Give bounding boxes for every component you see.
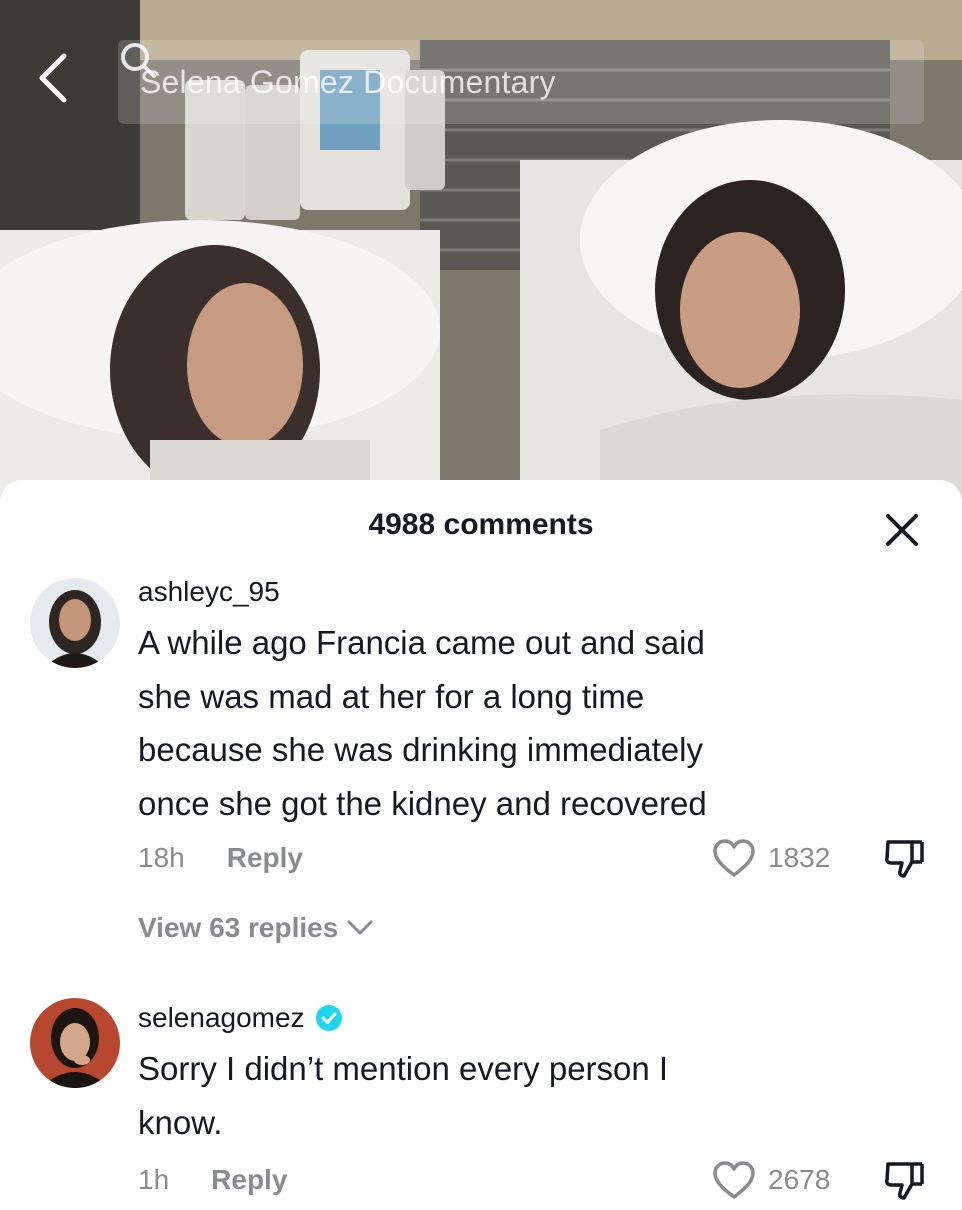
avatar-image: [30, 998, 120, 1088]
search-icon: [121, 43, 156, 78]
comment-username[interactable]: selenagomez: [138, 1002, 343, 1034]
comments-header: 4988 comments: [0, 480, 962, 576]
thumbs-down-icon: [885, 1162, 924, 1200]
like-count: 2678: [768, 1164, 831, 1195]
like-button[interactable]: 1832: [712, 838, 830, 878]
back-button[interactable]: [36, 52, 86, 108]
comment-line: A while ago Francia came out and said: [138, 624, 705, 661]
reply-button[interactable]: Reply: [227, 842, 303, 874]
verified-check-icon: [315, 1005, 342, 1031]
reply-button[interactable]: Reply: [211, 1164, 287, 1196]
username-text: selenagomez: [138, 1002, 305, 1033]
comment-line: once she got the kidney and recovered: [138, 784, 707, 822]
comment-line: she was mad at her for a long time: [138, 677, 645, 715]
avatar-image: [30, 578, 120, 668]
search-bar[interactable]: Selena Gomez Documentary: [118, 40, 924, 124]
comment-time: 1h: [138, 1164, 170, 1195]
dislike-button[interactable]: [882, 836, 928, 882]
comments-sheet: 4988 comments ashleyc_95 A while ago Fra…: [0, 480, 962, 1210]
comment-line: know.: [138, 1103, 223, 1141]
comment-meta: 18h Reply: [138, 842, 303, 874]
avatar[interactable]: [30, 998, 120, 1088]
comment-username[interactable]: ashleyc_95: [138, 576, 280, 608]
comment-text: Sorry I didn’t mention every person I kn…: [138, 1042, 858, 1149]
chevron-down-icon: [347, 920, 373, 935]
avatar[interactable]: [30, 578, 120, 668]
heart-outline-icon: [713, 1161, 755, 1199]
close-button[interactable]: [882, 510, 922, 550]
comment-text: A while ago Francia came out and said sh…: [138, 616, 858, 830]
comment-count: 4988 comments: [368, 508, 594, 541]
chevron-left-icon: [39, 53, 67, 103]
dislike-button[interactable]: [882, 1158, 928, 1204]
comment-line: Sorry I didn’t mention every person I: [138, 1050, 669, 1087]
thumbs-down-icon: [885, 840, 924, 878]
comment-meta: 1h Reply: [138, 1164, 287, 1196]
username-text: ashleyc_95: [138, 576, 280, 607]
comment-line: because she was drinking immediately: [138, 731, 703, 768]
comment-time: 18h: [138, 842, 185, 873]
like-count: 1832: [768, 842, 831, 873]
like-button[interactable]: 2678: [712, 1160, 830, 1200]
heart-outline-icon: [713, 839, 755, 877]
view-replies-label: View 63 replies: [138, 912, 339, 943]
video-background-photo: Selena Gomez Documentary: [0, 0, 962, 500]
view-replies-button[interactable]: View 63 replies: [138, 912, 374, 944]
search-query-text: Selena Gomez Documentary: [140, 63, 556, 100]
close-icon: [886, 514, 918, 546]
